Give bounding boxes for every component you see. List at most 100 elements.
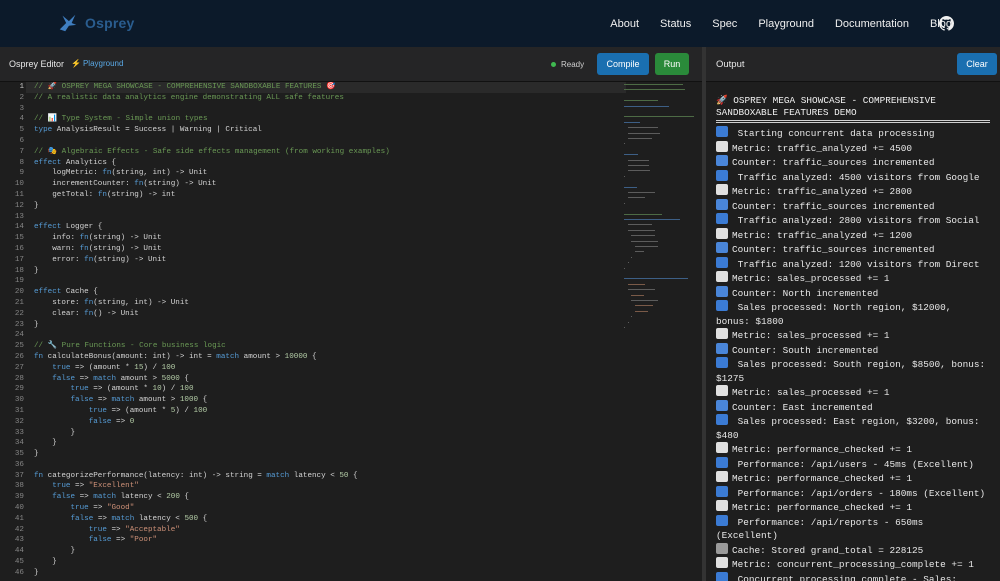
code-line[interactable]: store: fn(string, int) -> Unit: [34, 298, 624, 309]
brand-name: Osprey: [85, 15, 135, 31]
log-text: Performance: /api/reports - 650ms (Excel…: [716, 516, 929, 542]
code-line[interactable]: fn categorizePerformance(latency: int) -…: [34, 471, 624, 482]
code-line[interactable]: }: [34, 320, 624, 331]
code-line[interactable]: false => 0: [34, 417, 624, 428]
code-line[interactable]: }: [34, 266, 624, 277]
line-number: 17: [14, 255, 24, 264]
code-line[interactable]: true => "Good": [34, 503, 624, 514]
minimap-line: [624, 100, 659, 102]
brand-logo[interactable]: Osprey: [57, 12, 134, 34]
code-line[interactable]: // 🎭 Algebraic Effects - Safe side effec…: [34, 147, 624, 158]
line-number: 32: [14, 417, 24, 426]
line-number: 18: [14, 266, 24, 275]
code-line[interactable]: [34, 330, 624, 341]
minimap-line: [634, 246, 659, 247]
info-icon: [716, 256, 728, 268]
info-icon: [716, 300, 728, 311]
code-line[interactable]: fn calculateBonus(amount: int) -> int = …: [34, 352, 624, 363]
code-line[interactable]: }: [34, 438, 624, 449]
code-minimap[interactable]: [624, 82, 696, 362]
minimap-line: [634, 310, 649, 312]
code-line[interactable]: // 🔧 Pure Functions - Core business logi…: [34, 341, 624, 352]
code-area[interactable]: // 🚀 OSPREY MEGA SHOWCASE - COMPREHENSIV…: [34, 82, 624, 579]
nav-link-about[interactable]: About: [610, 18, 639, 30]
minimap-line: [631, 316, 633, 318]
code-line[interactable]: true => "Excellent": [34, 481, 624, 492]
minimap-line: [624, 143, 625, 145]
code-line[interactable]: false => "Poor": [34, 535, 624, 546]
code-editor[interactable]: 1 2 3 4 5 6 7 8 9 10 11 12 13 14 15 16 17 18 19 20 21 22 23 24 2…: [0, 82, 702, 581]
minimap-line: [627, 170, 651, 172]
line-number: 5: [19, 126, 24, 135]
code-line[interactable]: effect Logger {: [34, 222, 624, 233]
code-line[interactable]: }: [34, 557, 624, 568]
nav-link-spec[interactable]: Spec: [712, 18, 737, 30]
code-line[interactable]: logMetric: fn(string, int) -> Unit: [34, 168, 624, 179]
code-line[interactable]: }: [34, 546, 624, 557]
minimap-line: [627, 165, 650, 166]
code-line[interactable]: type AnalysisResult = Success | Warning …: [34, 125, 624, 136]
line-number: 24: [14, 331, 24, 340]
run-button[interactable]: Run: [655, 53, 689, 75]
code-line[interactable]: false => match amount > 1000 {: [34, 395, 624, 406]
log-text: Counter: North incremented: [732, 287, 879, 299]
output-divider: [716, 120, 990, 123]
log-text: Metric: sales_processed += 1: [732, 330, 890, 341]
info-icon: [716, 514, 728, 526]
log-line: Counter: South incremented: [716, 342, 990, 358]
code-line[interactable]: }: [34, 568, 624, 579]
minimap-line: [624, 267, 625, 269]
code-line[interactable]: true => "Acceptable": [34, 525, 624, 536]
code-line[interactable]: info: fn(string) -> Unit: [34, 233, 624, 244]
nav-link-status[interactable]: Status: [660, 18, 691, 30]
counter-icon: [716, 399, 728, 411]
minimap-line: [627, 262, 629, 264]
code-line[interactable]: }: [34, 449, 624, 460]
playground-label: Playground: [82, 59, 124, 68]
code-line[interactable]: // A realistic data analytics engine dem…: [34, 93, 624, 104]
code-line[interactable]: true => (amount * 15) / 100: [34, 363, 624, 374]
github-icon[interactable]: [939, 16, 954, 31]
log-line: Metric: sales_processed += 1: [716, 328, 990, 343]
code-line[interactable]: false => match latency < 200 {: [34, 492, 624, 503]
line-number: 35: [14, 450, 24, 459]
line-number: 34: [14, 439, 24, 448]
code-line[interactable]: false => match amount > 5000 {: [34, 374, 624, 385]
code-line[interactable]: }: [34, 201, 624, 212]
code-line[interactable]: }: [34, 428, 624, 439]
line-number: 1: [19, 83, 24, 91]
log-text: Metric: performance_checked += 1: [732, 444, 913, 455]
code-line[interactable]: [34, 276, 624, 287]
code-line[interactable]: clear: fn() -> Unit: [34, 309, 624, 320]
log-line: Counter: traffic_sources incremented: [716, 242, 990, 257]
code-line[interactable]: [34, 212, 624, 223]
code-line[interactable]: error: fn(string) -> Unit: [34, 255, 624, 266]
code-line[interactable]: [34, 460, 624, 471]
log-text: Counter: traffic_sources incremented: [732, 157, 935, 168]
code-line[interactable]: true => (amount * 5) / 100: [34, 406, 624, 417]
code-line[interactable]: false => match latency < 500 {: [34, 514, 624, 525]
code-line[interactable]: [34, 104, 624, 115]
code-line[interactable]: getTotal: fn(string) -> int: [34, 190, 624, 201]
code-line[interactable]: // 📊 Type System - Simple union types: [34, 114, 624, 125]
line-number: 14: [14, 223, 24, 232]
nav-link-documentation[interactable]: Documentation: [835, 18, 909, 30]
code-line[interactable]: incrementCounter: fn(string) -> Unit: [34, 179, 624, 190]
clear-button[interactable]: Clear: [957, 53, 997, 75]
compile-button[interactable]: Compile: [597, 53, 649, 75]
code-line[interactable]: true => (amount * 10) / 100: [34, 384, 624, 395]
line-number: 13: [14, 212, 24, 221]
line-number: 41: [14, 514, 24, 523]
code-line[interactable]: effect Analytics {: [34, 158, 624, 169]
code-line[interactable]: [34, 136, 624, 147]
chart-icon: [716, 442, 728, 453]
code-line[interactable]: warn: fn(string) -> Unit: [34, 244, 624, 255]
nav-link-playground[interactable]: Playground: [758, 18, 814, 30]
info-icon: [716, 571, 728, 581]
code-line[interactable]: effect Cache {: [34, 287, 624, 298]
output-header: Output Clear: [706, 47, 1000, 82]
log-text: Metric: performance_checked += 1: [732, 502, 913, 513]
line-number: 2: [19, 93, 24, 102]
info-icon: [716, 169, 728, 181]
code-line[interactable]: // 🚀 OSPREY MEGA SHOWCASE - COMPREHENSIV…: [34, 82, 624, 93]
